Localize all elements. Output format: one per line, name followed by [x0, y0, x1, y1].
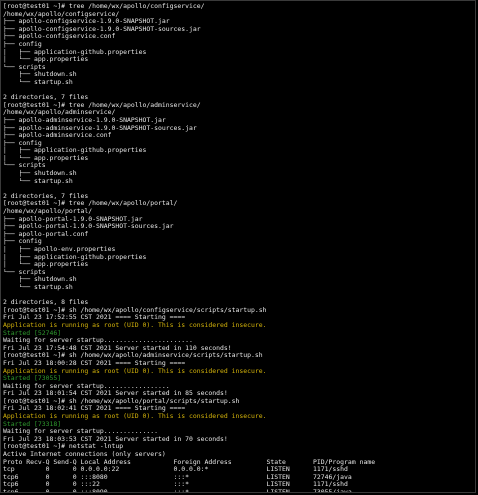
terminal-line: 2 directories, 7 files	[3, 192, 89, 200]
terminal-line: Proto Recv-Q Send-Q Local Address Foreig…	[3, 458, 376, 466]
terminal-line: │ └── app.properties	[3, 154, 89, 162]
terminal-line: ├── config	[3, 238, 42, 246]
terminal-line: Waiting for server startup..............…	[3, 337, 193, 345]
terminal-line: │ ├── apollo-env.properties	[3, 246, 116, 253]
terminal-line: ├── apollo-adminservice-1.9.0-SNAPSHOT-s…	[3, 124, 197, 132]
terminal-line: ├── apollo-portal-1.9.0-SNAPSHOT-sources…	[3, 223, 174, 231]
terminal-line: └── startup.sh	[3, 283, 73, 291]
terminal-line: Waiting for server startup..............	[3, 428, 159, 436]
terminal-window[interactable]: [root@test01 ~]# tree /home/wx/apollo/co…	[0, 0, 476, 493]
terminal-line: /home/wx/apollo/configservice/	[3, 10, 120, 18]
terminal-line: Started [73055]	[3, 375, 62, 383]
terminal-line: │ └── app.properties	[3, 56, 89, 64]
terminal-line: ├── apollo-configservice-1.9.0-SNAPSHOT.…	[3, 18, 170, 26]
terminal-line: ├── shutdown.sh	[3, 71, 77, 79]
terminal-line: Started [52746]	[3, 329, 62, 337]
terminal-line: ├── shutdown.sh	[3, 170, 77, 178]
terminal-line: /home/wx/apollo/adminservice/	[3, 109, 116, 117]
terminal-line: └── startup.sh	[3, 78, 73, 86]
terminal-line: tcp6 0 0 :::8090 :::* LISTEN 73055/java	[3, 489, 352, 493]
terminal-line: ├── apollo-configservice.conf	[3, 33, 116, 41]
terminal-line: [root@test01 ~]# tree /home/wx/apollo/ad…	[3, 101, 201, 109]
terminal-line: ├── config	[3, 40, 42, 48]
terminal-line: ├── config	[3, 139, 42, 147]
terminal-line: [root@test01 ~]# sh /home/wx/apollo/port…	[3, 397, 240, 405]
terminal-line: ├── shutdown.sh	[3, 276, 77, 284]
terminal-line: 2 directories, 7 files	[3, 94, 89, 102]
terminal-line: ├── apollo-adminservice-1.9.0-SNAPSHOT.j…	[3, 116, 166, 124]
terminal-line: │ ├── application-github.properties	[3, 48, 147, 56]
terminal-line: tcp 0 0 0.0.0.0:22 0.0.0.0:* LISTEN 1171…	[3, 466, 348, 474]
terminal-line: [root@test01 ~]# netstat -lntup	[3, 443, 124, 451]
terminal-line: └── startup.sh	[3, 177, 73, 185]
terminal-line: └── scripts	[3, 162, 46, 170]
terminal-line: [root@test01 ~]# sh /home/wx/apollo/conf…	[3, 306, 267, 314]
terminal-line: ├── apollo-portal-1.9.0-SNAPSHOT.jar	[3, 215, 143, 223]
terminal-line: │ ├── application-github.properties	[3, 253, 147, 261]
terminal-line: Waiting for server startup..............…	[3, 382, 170, 390]
terminal-line: Application is running as root (UID 0). …	[3, 367, 267, 375]
terminal-line: ├── apollo-adminservice.conf	[3, 132, 112, 140]
terminal-line: [root@test01 ~]# tree /home/wx/apollo/po…	[3, 200, 178, 208]
terminal-line: ├── apollo-portal.conf	[3, 230, 89, 238]
terminal-line: Active Internet connections (only server…	[3, 451, 166, 459]
terminal-line: Fri Jul 23 17:54:48 CST 2021 Server star…	[3, 344, 232, 352]
terminal-line: │ └── app.properties	[3, 261, 89, 269]
terminal-line: Fri Jul 23 17:52:55 CST 2021 ==== Starti…	[3, 314, 186, 322]
terminal-line: Fri Jul 23 18:03:53 CST 2021 Server star…	[3, 435, 228, 443]
terminal-line: Application is running as root (UID 0). …	[3, 321, 267, 329]
terminal-line: [root@test01 ~]# tree /home/wx/apollo/co…	[3, 3, 205, 10]
terminal-line: Fri Jul 23 18:00:28 CST 2021 ==== Starti…	[3, 359, 186, 367]
terminal-line: └── scripts	[3, 63, 46, 71]
terminal-line: [root@test01 ~]# sh /home/wx/apollo/admi…	[3, 352, 263, 360]
terminal-line: └── scripts	[3, 268, 46, 276]
terminal-line: Application is running as root (UID 0). …	[3, 413, 267, 421]
terminal-line: ├── apollo-configservice-1.9.0-SNAPSHOT-…	[3, 25, 201, 33]
terminal-line: 2 directories, 8 files	[3, 299, 89, 307]
terminal-line: /home/wx/apollo/portal/	[3, 208, 93, 216]
terminal-line: Fri Jul 23 18:02:41 CST 2021 ==== Starti…	[3, 405, 186, 413]
terminal-line: Started [73318]	[3, 420, 62, 428]
terminal-line: tcp6 0 0 :::8080 :::* LISTEN 72746/java	[3, 473, 352, 481]
terminal-line: Fri Jul 23 18:01:54 CST 2021 Server star…	[3, 390, 228, 398]
terminal-line: │ ├── application-github.properties	[3, 147, 147, 155]
terminal-line: tcp6 0 0 :::22 :::* LISTEN 1171/sshd	[3, 481, 348, 489]
